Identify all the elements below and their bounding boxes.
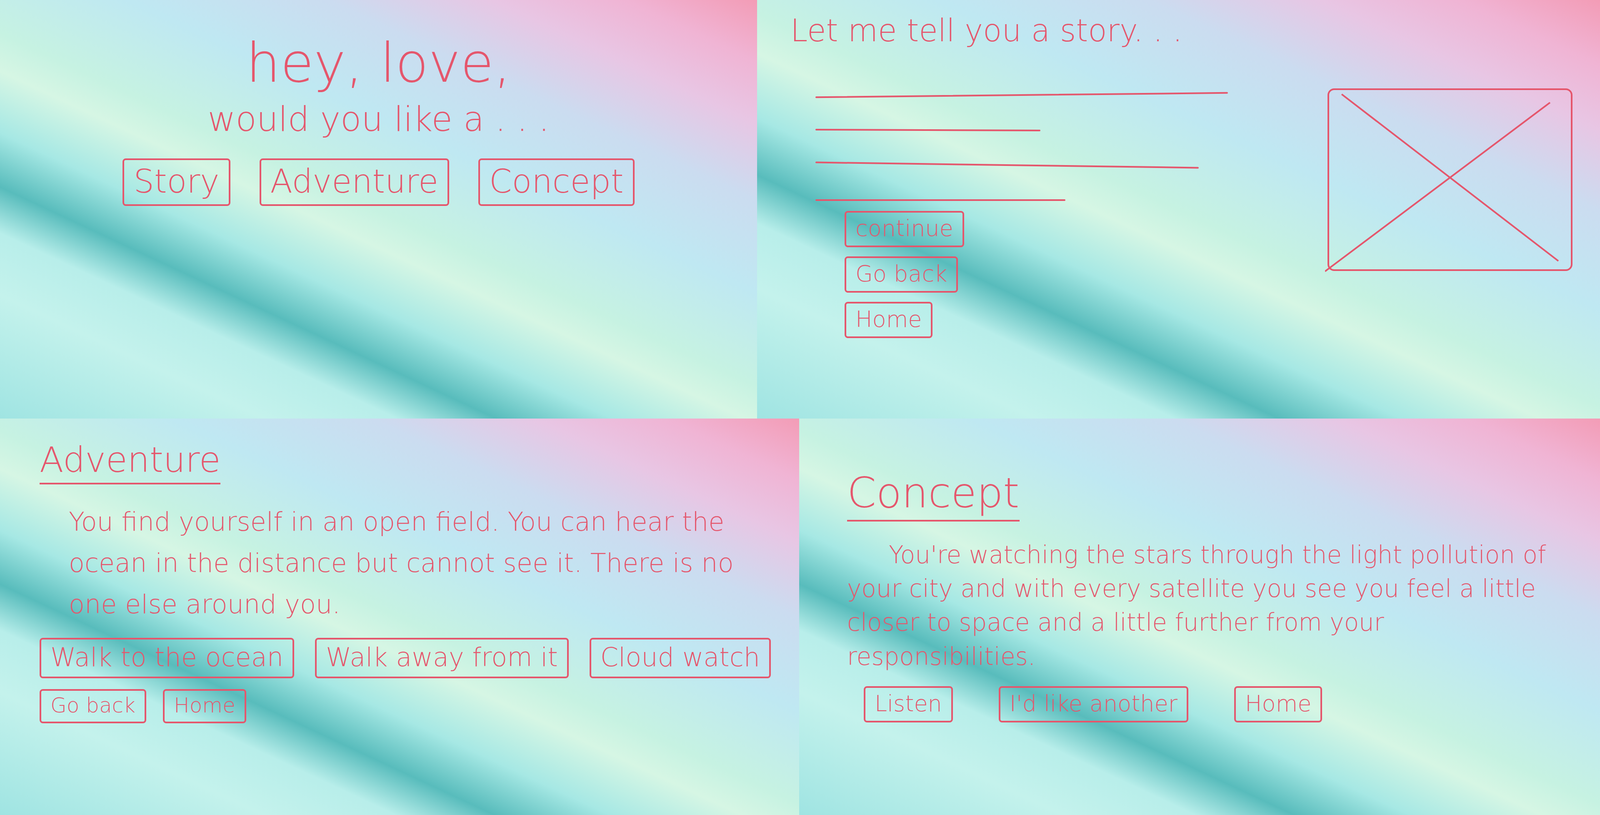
nav-button[interactable]: Go back xyxy=(39,688,147,723)
home-title: hey, love, xyxy=(246,33,512,93)
adventure-choices: Walk to the ocean Walk away from it Cloud … xyxy=(39,637,775,678)
story-title: Let me tell you a story. . . xyxy=(790,12,1600,49)
home-screen: hey, love,would you like a . . . Story Adv… xyxy=(0,0,758,419)
nav-button[interactable]: Home xyxy=(162,688,247,723)
choice-button[interactable]: Cloud watch xyxy=(589,637,771,678)
story-buttons: continue Go back Home xyxy=(790,210,1600,338)
story-screen: Let me tell you a story. . . continue Go b… xyxy=(757,0,1600,419)
placeholder-line xyxy=(815,92,1228,98)
adventure-title: Adventure xyxy=(39,439,221,485)
nav-button[interactable]: Home xyxy=(844,301,933,338)
home-buttons: Story Adventure Concept xyxy=(122,158,635,206)
concept-screen: Concept You're watching the stars through… xyxy=(799,418,1600,815)
placeholder-line xyxy=(815,128,1041,132)
adventure-nav: Go back Home xyxy=(39,688,775,723)
home-subtitle: would you like a . . . xyxy=(207,97,550,142)
placeholder-line xyxy=(815,199,1066,201)
image-placeholder-icon xyxy=(1325,85,1575,274)
adventure-text: You find yourself in an open field. You … xyxy=(39,500,775,625)
choice-button[interactable]: Concept xyxy=(478,158,635,206)
nav-button[interactable]: Listen xyxy=(863,685,953,723)
bottom-row: Adventure You find yourself in an open fi… xyxy=(0,418,1600,815)
choice-button[interactable]: Walk to the ocean xyxy=(39,637,295,678)
nav-button[interactable]: continue xyxy=(844,210,965,248)
nav-button[interactable]: Home xyxy=(1234,685,1323,723)
concept-buttons: Listen I'd like another Home xyxy=(847,685,1575,723)
choice-button[interactable]: Story xyxy=(122,158,230,206)
nav-button[interactable]: I'd like another xyxy=(998,685,1189,723)
top-row: hey, love,would you like a . . . Story Adv… xyxy=(0,0,1600,419)
choice-button[interactable]: Adventure xyxy=(259,158,450,206)
adventure-screen: Adventure You find yourself in an open fi… xyxy=(0,418,800,815)
nav-button[interactable]: Go back xyxy=(844,256,958,293)
choice-button[interactable]: Walk away from it xyxy=(315,637,569,678)
concept-title: Concept xyxy=(847,468,1020,522)
placeholder-line xyxy=(815,161,1199,169)
concept-text: You're watching the stars through the li… xyxy=(847,537,1575,674)
